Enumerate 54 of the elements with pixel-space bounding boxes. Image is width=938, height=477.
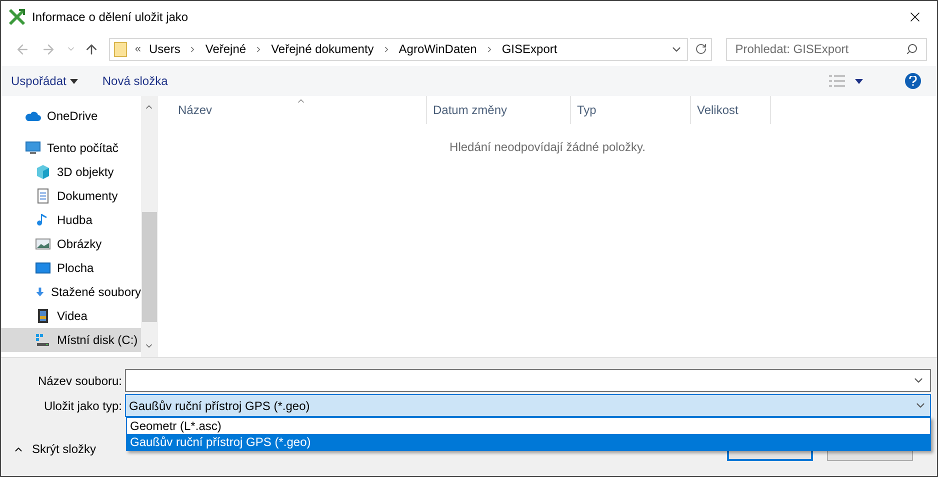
search-icon [906,43,918,55]
sidebar-item[interactable]: Obrázky [1,232,141,256]
breadcrumb-segment[interactable]: GISExport [502,40,558,58]
column-header[interactable]: Velikost [691,96,771,124]
refresh-icon [694,43,707,55]
filename-field[interactable] [125,369,931,392]
help-button[interactable] [905,73,921,89]
caret-icon [855,78,863,84]
folder-icon [114,42,127,56]
arrow-right-icon [41,42,56,56]
details-view-icon [829,75,845,87]
file-type-option[interactable]: Geometr (L*.asc) [127,418,930,434]
film-icon [35,308,51,324]
sidebar-item[interactable]: Plocha [1,256,141,280]
file-type-dropdown[interactable]: Gaußův ruční přístroj GPS (*.geo) [125,394,931,417]
sidebar-item[interactable]: Tento počítač [1,136,141,160]
file-type-option[interactable]: Gaußův ruční přístroj GPS (*.geo) [127,434,930,450]
sidebar-item[interactable]: 3D objekty [1,160,141,184]
scrollbar[interactable] [141,96,157,357]
breadcrumb-segment[interactable]: Veřejné dokumenty [271,40,374,58]
question-mark-icon [909,76,917,86]
organize-button[interactable]: Uspořádat [9,69,80,93]
breadcrumb-segment[interactable]: AgroWinDaten [398,40,477,58]
new-folder-button[interactable]: Nová složka [100,69,170,93]
view-options-button[interactable] [829,75,863,87]
sidebar-item[interactable]: Hudba [1,208,141,232]
app-logo-icon [8,8,26,26]
hide-folders-button[interactable]: Skrýt složky [13,440,96,458]
refresh-button[interactable] [690,38,712,60]
breadcrumb-overflow[interactable]: « [134,40,142,58]
document-icon [35,188,51,204]
cube-icon [35,164,51,180]
breadcrumb-segment[interactable]: Users [149,40,180,58]
column-header[interactable]: Název [172,96,427,124]
window-title: Informace o dělení uložit jako [32,8,188,26]
sidebar-item[interactable]: OneDrive [1,104,141,128]
search-field[interactable]: Prohledat: GISExport [726,38,927,60]
sidebar-item[interactable]: Videa [1,304,141,328]
drive-icon [35,332,51,348]
breadcrumb-segment[interactable]: Veřejné [205,40,246,58]
sidebar-item[interactable]: Dokumenty [1,184,141,208]
image-icon [35,236,51,252]
sidebar-item[interactable]: Stažené soubory [1,280,141,304]
filename-label: Název souboru: [36,372,122,390]
caret-icon [70,78,78,84]
sidebar-item[interactable]: Místní disk (C:) [1,328,141,352]
address-bar[interactable]: « Users Veřejné Veřejné dokumenty AgroWinDaten GISExport [108,38,688,60]
monitor-icon [25,140,41,156]
column-header[interactable]: Datum změny [427,96,571,124]
file-type-label: Uložit jako typ: [42,398,122,414]
search-input[interactable]: Prohledat: GISExport [735,40,906,58]
column-header[interactable]: Typ [571,96,691,124]
desktop-icon [35,260,51,276]
empty-message: Hledání neodpovídají žádné položky. [450,139,646,156]
